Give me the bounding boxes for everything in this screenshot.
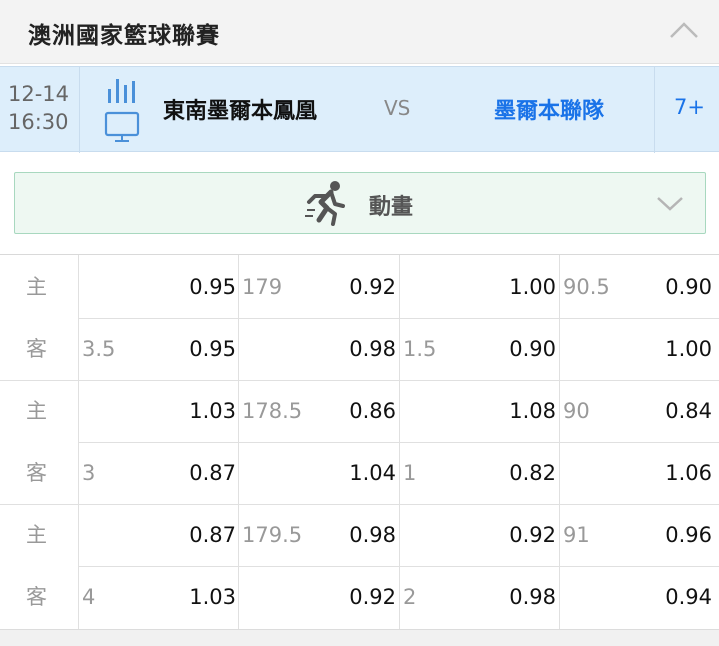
side-label: 主 — [26, 275, 47, 299]
match-date: 12-14 — [8, 82, 70, 106]
runner-icon — [305, 181, 345, 226]
total-odds[interactable]: 0.86 — [349, 398, 396, 424]
spread-odds[interactable]: 0.95 — [189, 274, 236, 300]
half-total-line: 90.5 — [563, 275, 610, 299]
home-team-name[interactable]: 東南墨爾本鳳凰 — [163, 93, 317, 125]
odds-row-away: 客 3.5 0.95 0.98 1.5 0.90 1.00 — [0, 319, 719, 381]
spread-odds[interactable]: 0.87 — [189, 522, 236, 548]
odds-row-away: 客 3 0.87 1.04 1 0.82 1.06 — [0, 443, 719, 505]
chevron-up-icon[interactable] — [668, 18, 700, 42]
side-label: 客 — [26, 585, 47, 609]
half-total-odds[interactable]: 0.96 — [665, 522, 712, 548]
spread-odds[interactable]: 1.03 — [189, 584, 236, 610]
league-title: 澳洲國家籃球聯賽 — [28, 23, 220, 49]
total-line: 179 — [242, 275, 283, 299]
half-total-odds[interactable]: 1.06 — [665, 460, 712, 486]
odds-row-home: 主 1.03 178.5 0.86 1.08 90 0.84 — [0, 381, 719, 443]
vs-label: VS — [384, 96, 411, 120]
odds-row-away: 客 4 1.03 0.92 2 0.98 0.94 — [0, 567, 719, 629]
total-odds[interactable]: 0.92 — [349, 584, 396, 610]
half-line: 1.5 — [403, 337, 437, 361]
total-odds[interactable]: 1.04 — [349, 460, 396, 486]
half-total-odds[interactable]: 1.00 — [665, 336, 712, 362]
half-odds[interactable]: 0.82 — [509, 460, 556, 486]
half-odds[interactable]: 0.92 — [509, 522, 556, 548]
half-odds[interactable]: 1.08 — [509, 398, 556, 424]
total-line: 178.5 — [242, 399, 303, 423]
total-odds[interactable]: 0.98 — [349, 522, 396, 548]
half-total-line: 90 — [563, 399, 590, 423]
match-row[interactable]: 12-14 16:30 東南墨爾本鳳凰 VS 墨爾本聯隊 7+ — [0, 66, 719, 153]
spread-line: 3 — [82, 461, 96, 485]
animation-label: 動畫 — [369, 195, 414, 220]
away-team-name[interactable]: 墨爾本聯隊 — [494, 93, 604, 125]
half-total-odds[interactable]: 0.84 — [665, 398, 712, 424]
match-time: 16:30 — [8, 110, 69, 134]
total-line: 179.5 — [242, 523, 303, 547]
half-odds[interactable]: 1.00 — [509, 274, 556, 300]
league-header[interactable]: 澳洲國家籃球聯賽 — [0, 0, 719, 64]
spread-line: 4 — [82, 585, 96, 609]
more-divider — [654, 67, 655, 153]
odds-row-home: 主 0.95 179 0.92 1.00 90.5 0.90 — [0, 257, 719, 319]
side-label: 客 — [26, 461, 47, 485]
half-line: 1 — [403, 461, 417, 485]
spread-odds[interactable]: 0.87 — [189, 460, 236, 486]
more-markets-button[interactable]: 7+ — [674, 95, 705, 119]
odds-table: 主 0.95 179 0.92 1.00 90.5 0.90 客 3.5 0.9… — [0, 254, 719, 629]
half-total-odds[interactable]: 0.90 — [665, 274, 712, 300]
side-label: 客 — [26, 337, 47, 361]
footer-strip — [0, 629, 719, 646]
spread-odds[interactable]: 1.03 — [189, 398, 236, 424]
half-line: 2 — [403, 585, 417, 609]
total-odds[interactable]: 0.98 — [349, 336, 396, 362]
spread-line: 3.5 — [82, 337, 116, 361]
animation-toggle[interactable]: 動畫 — [14, 172, 706, 234]
half-total-odds[interactable]: 0.94 — [665, 584, 712, 610]
spread-odds[interactable]: 0.95 — [189, 336, 236, 362]
half-total-line: 91 — [563, 523, 590, 547]
total-odds[interactable]: 0.92 — [349, 274, 396, 300]
live-stats-tv-icon[interactable] — [104, 77, 144, 143]
half-odds[interactable]: 0.98 — [509, 584, 556, 610]
side-label: 主 — [26, 523, 47, 547]
match-divider — [79, 67, 80, 153]
half-odds[interactable]: 0.90 — [509, 336, 556, 362]
side-label: 主 — [26, 399, 47, 423]
chevron-down-icon[interactable] — [655, 193, 685, 213]
odds-row-home: 主 0.87 179.5 0.98 0.92 91 0.96 — [0, 505, 719, 567]
